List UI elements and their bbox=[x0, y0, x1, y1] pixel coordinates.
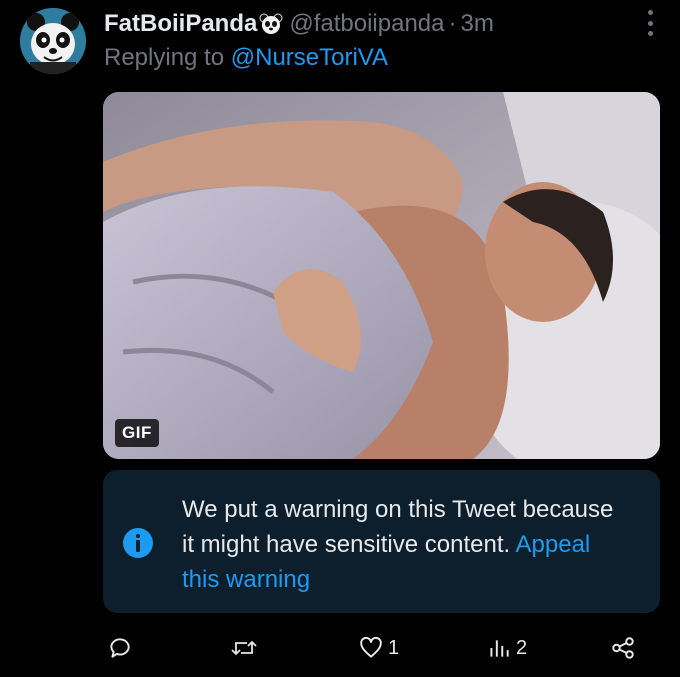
panda-avatar-image bbox=[20, 8, 86, 74]
retweet-icon bbox=[231, 640, 257, 656]
panda-emoji-icon bbox=[259, 12, 283, 36]
avatar[interactable] bbox=[20, 8, 86, 74]
info-icon bbox=[123, 528, 153, 558]
warning-text: We put a warning on this Tweet because i… bbox=[182, 492, 622, 597]
heart-icon bbox=[360, 636, 382, 658]
separator-dot: · bbox=[448, 10, 457, 37]
views-button[interactable]: 2 bbox=[486, 630, 527, 666]
sensitive-content-warning: We put a warning on this Tweet because i… bbox=[103, 470, 660, 613]
reply-prefix: Replying to bbox=[104, 44, 225, 71]
share-icon bbox=[612, 637, 634, 659]
like-button[interactable]: 1 bbox=[358, 630, 399, 666]
tweet-action-bar: 1 2 bbox=[103, 630, 643, 666]
user-handle[interactable]: @fatboiipanda bbox=[289, 10, 444, 38]
retweet-button[interactable] bbox=[230, 630, 262, 666]
display-name[interactable]: FatBoiiPanda bbox=[104, 10, 257, 38]
reply-mention-link[interactable]: @NurseToriVA bbox=[231, 44, 388, 71]
reply-context: Replying to @NurseToriVA bbox=[104, 44, 388, 72]
like-count: 1 bbox=[388, 636, 400, 659]
timestamp[interactable]: 3m bbox=[461, 10, 494, 38]
reply-button[interactable] bbox=[107, 630, 137, 666]
gif-media[interactable]: GIF bbox=[103, 92, 660, 459]
reply-icon bbox=[110, 638, 130, 658]
views-count: 2 bbox=[516, 636, 528, 659]
gif-badge: GIF bbox=[115, 419, 159, 447]
tweet-header: FatBoiiPanda @fatboiipanda · 3m bbox=[104, 8, 660, 40]
share-button[interactable] bbox=[610, 630, 640, 666]
gif-preview-image bbox=[103, 92, 660, 459]
analytics-icon bbox=[490, 640, 509, 657]
more-options-icon[interactable] bbox=[646, 10, 654, 36]
